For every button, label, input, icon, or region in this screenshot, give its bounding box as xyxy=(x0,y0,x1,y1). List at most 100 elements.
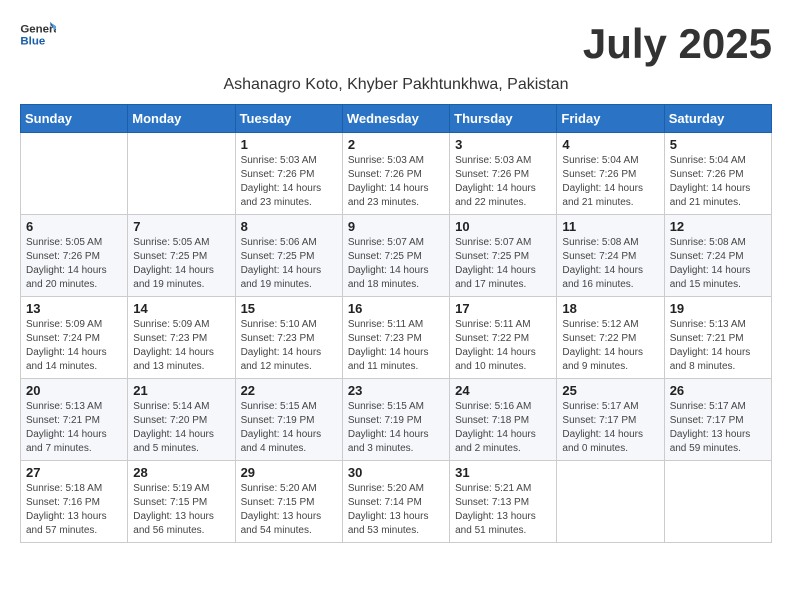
day-number: 9 xyxy=(348,219,444,234)
calendar-cell-week1-day6: 5Sunrise: 5:04 AMSunset: 7:26 PMDaylight… xyxy=(664,133,771,215)
calendar-cell-week2-day0: 6Sunrise: 5:05 AMSunset: 7:26 PMDaylight… xyxy=(21,215,128,297)
calendar-cell-week4-day0: 20Sunrise: 5:13 AMSunset: 7:21 PMDayligh… xyxy=(21,379,128,461)
day-info: Sunrise: 5:04 AMSunset: 7:26 PMDaylight:… xyxy=(562,154,658,210)
day-info: Sunrise: 5:13 AMSunset: 7:21 PMDaylight:… xyxy=(26,400,122,456)
sunset-text: Sunset: 7:24 PM xyxy=(562,251,636,262)
day-number: 25 xyxy=(562,383,658,398)
day-number: 21 xyxy=(133,383,229,398)
day-info: Sunrise: 5:17 AMSunset: 7:17 PMDaylight:… xyxy=(562,400,658,456)
sunrise-text: Sunrise: 5:09 AM xyxy=(133,319,209,330)
sunset-text: Sunset: 7:17 PM xyxy=(562,415,636,426)
day-number: 13 xyxy=(26,301,122,316)
sunrise-text: Sunrise: 5:20 AM xyxy=(241,483,317,494)
day-number: 31 xyxy=(455,465,551,480)
page-header: General Blue July 2025 xyxy=(20,20,772,68)
sunrise-text: Sunrise: 5:03 AM xyxy=(455,155,531,166)
calendar-cell-week5-day3: 30Sunrise: 5:20 AMSunset: 7:14 PMDayligh… xyxy=(342,461,449,543)
sunset-text: Sunset: 7:20 PM xyxy=(133,415,207,426)
sunset-text: Sunset: 7:17 PM xyxy=(670,415,744,426)
calendar-cell-week3-day2: 15 Sunrise: 5:10 AMSunset: 7:23 PMDayligh… xyxy=(235,297,342,379)
daylight-text: Daylight: 14 hours and 20 minutes. xyxy=(26,265,107,290)
calendar-week-2: 6Sunrise: 5:05 AMSunset: 7:26 PMDaylight… xyxy=(21,215,772,297)
sunrise-text: Sunrise: 5:20 AM xyxy=(348,483,424,494)
sunrise-text: Sunrise: 5:05 AM xyxy=(133,237,209,248)
daylight-text: Daylight: 14 hours and 0 minutes. xyxy=(562,429,643,454)
weekday-header-wednesday: Wednesday xyxy=(342,105,449,133)
day-number: 2 xyxy=(348,137,444,152)
sunrise-text: Sunrise: 5:18 AM xyxy=(26,483,102,494)
daylight-text: Daylight: 14 hours and 9 minutes. xyxy=(562,347,643,372)
day-number: 23 xyxy=(348,383,444,398)
calendar-cell-week3-day1: 14 Sunrise: 5:09 AM Sunset: 7:23 PM Dayligh… xyxy=(128,297,235,379)
day-number: 29 xyxy=(241,465,337,480)
calendar-cell-week5-day0: 27Sunrise: 5:18 AMSunset: 7:16 PMDayligh… xyxy=(21,461,128,543)
sunrise-text: Sunrise: 5:17 AM xyxy=(670,401,746,412)
day-number: 14 xyxy=(133,301,229,316)
sunrise-text: Sunrise: 5:04 AM xyxy=(670,155,746,166)
day-info: Sunrise: 5:05 AMSunset: 7:26 PMDaylight:… xyxy=(26,236,122,292)
day-number: 5 xyxy=(670,137,766,152)
day-info: Sunrise: 5:12 AMSunset: 7:22 PMDaylight:… xyxy=(562,318,658,374)
sunset-text: Sunset: 7:22 PM xyxy=(562,333,636,344)
daylight-text: Daylight: 14 hours and 23 minutes. xyxy=(241,183,322,208)
day-info: Sunrise: 5:03 AMSunset: 7:26 PMDaylight:… xyxy=(348,154,444,210)
day-info: Sunrise: 5:03 AMSunset: 7:26 PMDaylight:… xyxy=(455,154,551,210)
sunset-text: Sunset: 7:21 PM xyxy=(670,333,744,344)
day-info: Sunrise: 5:13 AMSunset: 7:21 PMDaylight:… xyxy=(670,318,766,374)
day-number: 10 xyxy=(455,219,551,234)
daylight-text: Daylight: 14 hours and 19 minutes. xyxy=(133,265,214,290)
calendar-cell-week1-day4: 3Sunrise: 5:03 AMSunset: 7:26 PMDaylight… xyxy=(450,133,557,215)
calendar-week-1: 1Sunrise: 5:03 AMSunset: 7:26 PMDaylight… xyxy=(21,133,772,215)
calendar-week-3: 13 Sunrise: 5:09 AM Sunset: 7:24 PM Dayligh… xyxy=(21,297,772,379)
calendar-cell-week3-day4: 17Sunrise: 5:11 AMSunset: 7:22 PMDayligh… xyxy=(450,297,557,379)
daylight-text: Daylight: 13 hours and 54 minutes. xyxy=(241,511,322,536)
calendar-cell-week3-day6: 19Sunrise: 5:13 AMSunset: 7:21 PMDayligh… xyxy=(664,297,771,379)
calendar-cell-week2-day2: 8Sunrise: 5:06 AMSunset: 7:25 PMDaylight… xyxy=(235,215,342,297)
daylight-text: Daylight: 14 hours and 13 minutes. xyxy=(133,347,214,372)
daylight-text: Daylight: 13 hours and 56 minutes. xyxy=(133,511,214,536)
daylight-text: Daylight: 13 hours and 57 minutes. xyxy=(26,511,107,536)
daylight-text: Daylight: 13 hours and 59 minutes. xyxy=(670,429,751,454)
calendar-cell-week5-day6 xyxy=(664,461,771,543)
day-number: 26 xyxy=(670,383,766,398)
calendar-cell-week3-day5: 18Sunrise: 5:12 AMSunset: 7:22 PMDayligh… xyxy=(557,297,664,379)
sunset-text: Sunset: 7:15 PM xyxy=(241,497,315,508)
calendar-cell-week4-day4: 24Sunrise: 5:16 AMSunset: 7:18 PMDayligh… xyxy=(450,379,557,461)
sunrise-text: Sunrise: 5:14 AM xyxy=(133,401,209,412)
daylight-text: Daylight: 14 hours and 19 minutes. xyxy=(241,265,322,290)
day-number: 15 xyxy=(241,301,337,316)
sunset-text: Sunset: 7:24 PM xyxy=(26,333,100,344)
day-info: Sunrise: 5:09 AM Sunset: 7:23 PM Daylight:… xyxy=(133,318,229,374)
calendar-cell-week5-day4: 31Sunrise: 5:21 AMSunset: 7:13 PMDayligh… xyxy=(450,461,557,543)
weekday-header-saturday: Saturday xyxy=(664,105,771,133)
day-info: Sunrise: 5:20 AM Sunset: 7:15 PM Daylight:… xyxy=(241,482,337,538)
day-info: Sunrise: 5:03 AMSunset: 7:26 PMDaylight:… xyxy=(241,154,337,210)
sunset-text: Sunset: 7:23 PM xyxy=(241,333,315,344)
calendar-header-row: SundayMondayTuesdayWednesdayThursdayFrid… xyxy=(21,105,772,133)
day-number: 17 xyxy=(455,301,551,316)
location-title: Ashanagro Koto, Khyber Pakhtunkhwa, Paki… xyxy=(20,76,772,94)
sunset-text: Sunset: 7:23 PM xyxy=(348,333,422,344)
day-number: 4 xyxy=(562,137,658,152)
daylight-text: Daylight: 14 hours and 16 minutes. xyxy=(562,265,643,290)
sunrise-text: Sunrise: 5:11 AM xyxy=(348,319,423,330)
sunrise-text: Sunrise: 5:03 AM xyxy=(241,155,317,166)
sunset-text: Sunset: 7:23 PM xyxy=(133,333,207,344)
day-info: Sunrise: 5:20 AMSunset: 7:14 PMDaylight:… xyxy=(348,482,444,538)
daylight-text: Daylight: 14 hours and 23 minutes. xyxy=(348,183,429,208)
sunrise-text: Sunrise: 5:08 AM xyxy=(562,237,638,248)
calendar-cell-week3-day3: 16Sunrise: 5:11 AMSunset: 7:23 PMDayligh… xyxy=(342,297,449,379)
day-number: 28 xyxy=(133,465,229,480)
day-info: Sunrise: 5:10 AMSunset: 7:23 PMDaylight:… xyxy=(241,318,337,374)
calendar-week-5: 27Sunrise: 5:18 AMSunset: 7:16 PMDayligh… xyxy=(21,461,772,543)
day-info: Sunrise: 5:15 AMSunset: 7:19 PMDaylight:… xyxy=(241,400,337,456)
day-info: Sunrise: 5:14 AMSunset: 7:20 PMDaylight:… xyxy=(133,400,229,456)
calendar-cell-week3-day0: 13Sunrise: 5:09 AMSunset: 7:24 PMDayligh… xyxy=(21,297,128,379)
general-blue-logo-icon: General Blue xyxy=(20,20,56,50)
daylight-text: Daylight: 14 hours and 22 minutes. xyxy=(455,183,536,208)
daylight-text: Daylight: 14 hours and 17 minutes. xyxy=(455,265,536,290)
daylight-text: Daylight: 13 hours and 51 minutes. xyxy=(455,511,536,536)
sunset-text: Sunset: 7:14 PM xyxy=(348,497,422,508)
day-info: Sunrise: 5:16 AMSunset: 7:18 PMDaylight:… xyxy=(455,400,551,456)
daylight-text: Daylight: 14 hours and 21 minutes. xyxy=(670,183,751,208)
